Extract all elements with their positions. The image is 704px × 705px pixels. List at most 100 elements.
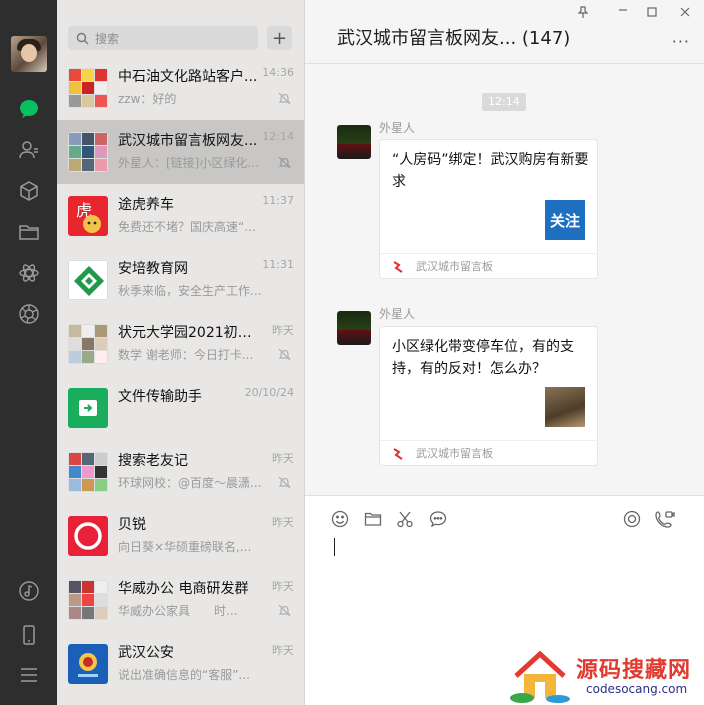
conversation-title[interactable]: 武汉城市留言板网友... (147) — [337, 24, 570, 50]
chat-item[interactable]: 华威办公 电商研发群 昨天 华威办公家具 时... — [57, 568, 304, 632]
watermark: 源码搜藏网 codesocang.com — [508, 646, 704, 705]
add-button[interactable]: + — [267, 26, 292, 50]
card-thumbnail — [545, 387, 585, 427]
card-source-label: 武汉城市留言板 — [416, 260, 493, 273]
app-sidebar — [0, 0, 57, 705]
card-source: 武汉城市留言板 — [380, 253, 597, 278]
chat-preview: 数学 谢老师：今日打卡... — [118, 348, 254, 362]
group-avatar — [68, 132, 108, 172]
phone-icon[interactable] — [16, 622, 42, 648]
scissors-icon[interactable] — [394, 508, 416, 530]
folder-icon[interactable] — [362, 508, 384, 530]
files-icon[interactable] — [16, 219, 42, 245]
link-card[interactable]: “人房码”绑定！武汉购房有新要求 关注 武汉城市留言板 — [379, 139, 598, 279]
text-caret — [334, 538, 335, 556]
chat-history-icon[interactable] — [427, 508, 449, 530]
mute-bell-icon — [278, 476, 291, 489]
chat-time: 昨天 — [272, 644, 294, 657]
chat-preview: 说出准确信息的“客服”... — [118, 668, 250, 682]
watermark-text: 源码搜藏网 — [576, 658, 692, 683]
group-avatar — [68, 452, 108, 492]
chat-preview: 环球网校：@百度～晨潇... — [118, 476, 262, 490]
chat-name: 华威办公 电商研发群 — [118, 581, 249, 597]
chat-item[interactable]: 搜索老友记 昨天 环球网校：@百度～晨潇... — [57, 440, 304, 504]
time-badge: 12:14 — [482, 93, 526, 111]
conversation-pane: 武汉城市留言板网友... (147) ··· 12:14 外星人 “人房码”绑定… — [305, 0, 704, 705]
chat-item[interactable]: 安培教育网 11:31 秋季来临，安全生产工作... — [57, 248, 304, 312]
chat-time: 昨天 — [272, 516, 294, 529]
search-icon — [76, 32, 89, 44]
chat-preview: 免费还不堵？国庆高速“... — [118, 220, 256, 234]
mute-bell-icon — [278, 348, 291, 361]
chat-time: 20/10/24 — [244, 386, 294, 399]
chat-time: 昨天 — [272, 324, 294, 337]
chat-preview: 秋季来临，安全生产工作... — [118, 284, 262, 298]
chat-name: 武汉公安 — [118, 645, 174, 661]
live-icon[interactable] — [621, 508, 643, 530]
chat-icon[interactable] — [16, 96, 42, 122]
more-options-icon[interactable]: ··· — [672, 32, 690, 51]
plus-icon: + — [271, 27, 288, 49]
moments-icon[interactable] — [16, 301, 42, 327]
menu-icon[interactable] — [16, 662, 42, 688]
chat-name: 途虎养车 — [118, 197, 174, 213]
chat-time: 11:31 — [262, 258, 294, 271]
card-source-label: 武汉城市留言板 — [416, 447, 493, 460]
emoji-icon[interactable] — [329, 508, 351, 530]
chat-preview: zzw：好的 — [118, 92, 177, 106]
search-placeholder: 搜索 — [95, 31, 120, 46]
mute-bell-icon — [278, 604, 291, 617]
maximize-icon[interactable] — [647, 6, 657, 20]
pin-icon[interactable] — [577, 6, 589, 21]
search-input[interactable]: 搜索 — [68, 26, 258, 50]
card-title: “人房码”绑定！武汉购房有新要求 — [392, 152, 589, 190]
chat-preview: 向日葵×华硕重磅联名,... — [118, 540, 252, 554]
chat-item[interactable]: 武汉公安 昨天 说出准确信息的“客服”... — [57, 632, 304, 696]
chat-item[interactable]: 贝锐 昨天 向日葵×华硕重磅联名,... — [57, 504, 304, 568]
watermark-logo-icon — [510, 650, 570, 703]
anpei-avatar — [68, 260, 108, 300]
message-area[interactable]: 12:14 外星人 “人房码”绑定！武汉购房有新要求 关注 武汉城市留言板 外星… — [305, 65, 704, 495]
mute-bell-icon — [278, 92, 291, 105]
file-transfer-avatar — [68, 388, 108, 428]
chat-time: 昨天 — [272, 580, 294, 593]
chat-preview: 外星人：[链接]小区绿化... — [118, 156, 259, 170]
sender-name: 外星人 — [379, 307, 416, 321]
music-icon[interactable] — [16, 578, 42, 604]
beirui-avatar — [68, 516, 108, 556]
chat-name: 搜索老友记 — [118, 453, 188, 469]
video-call-icon[interactable] — [654, 508, 676, 530]
chat-item[interactable]: 武汉城市留言板网友... 12:14 外星人：[链接]小区绿化... — [57, 120, 304, 184]
chat-time: 11:37 — [262, 194, 294, 207]
chat-time: 14:36 — [262, 66, 294, 79]
watermark-url: codesocang.com — [586, 682, 688, 696]
contacts-icon[interactable] — [16, 137, 42, 163]
sender-name: 外星人 — [379, 121, 416, 135]
chat-preview: 华威办公家具 时... — [118, 604, 238, 618]
group-avatar — [68, 580, 108, 620]
sender-avatar[interactable] — [337, 125, 371, 159]
minimize-icon[interactable] — [618, 2, 628, 17]
collections-icon[interactable] — [16, 178, 42, 204]
police-avatar — [68, 644, 108, 684]
chat-name: 中石油文化路站客户... — [118, 69, 258, 85]
close-icon[interactable] — [680, 6, 690, 20]
user-avatar[interactable] — [11, 36, 47, 72]
sender-avatar[interactable] — [337, 311, 371, 345]
chat-item[interactable]: 文件传输助手 20/10/24 — [57, 376, 304, 440]
chat-name: 武汉城市留言板网友... — [118, 133, 258, 149]
card-source: 武汉城市留言板 — [380, 440, 597, 465]
chat-item[interactable]: 虎 途虎养车 11:37 免费还不堵？国庆高速“... — [57, 184, 304, 248]
chat-name: 状元大学园2021初一... — [118, 325, 258, 341]
chat-item[interactable]: 状元大学园2021初一... 昨天 数学 谢老师：今日打卡... — [57, 312, 304, 376]
group-avatar — [68, 68, 108, 108]
source-logo-icon — [393, 261, 403, 273]
card-title: 小区绿化带变停车位，有的支持，有的反对！怎么办？ — [392, 339, 574, 377]
mini-programs-icon[interactable] — [16, 260, 42, 286]
card-thumbnail: 关注 — [545, 200, 585, 240]
tuhu-avatar: 虎 — [68, 196, 108, 236]
chat-item[interactable]: 中石油文化路站客户... 14:36 zzw：好的 — [57, 56, 304, 120]
chat-name: 贝锐 — [118, 517, 146, 533]
link-card[interactable]: 小区绿化带变停车位，有的支持，有的反对！怎么办？ 武汉城市留言板 — [379, 326, 598, 466]
chat-name: 安培教育网 — [118, 261, 188, 277]
